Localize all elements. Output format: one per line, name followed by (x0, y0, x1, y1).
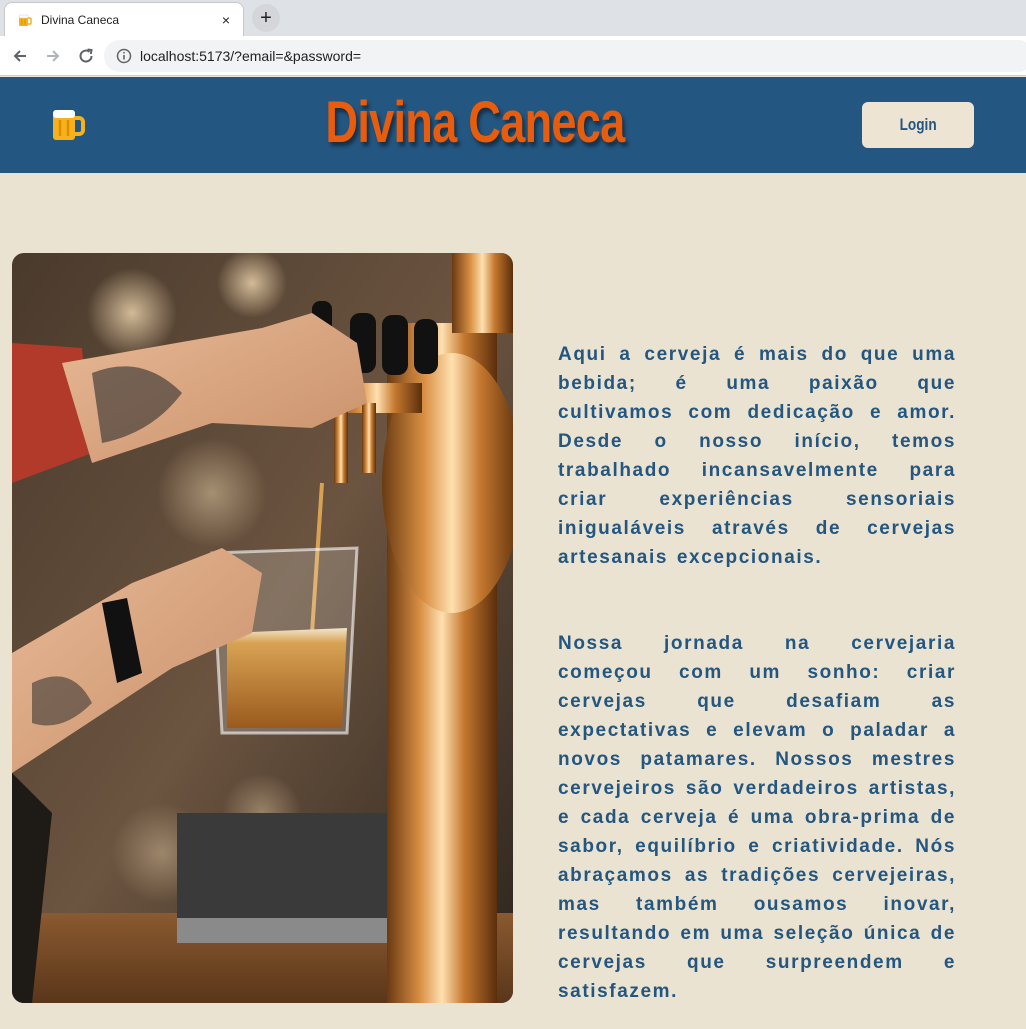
browser-tabbar: Divina Caneca × + (0, 0, 1026, 36)
browser-toolbar: localhost:5173/?email=&password= (0, 36, 1026, 76)
browser-tab[interactable]: Divina Caneca × (4, 2, 244, 36)
site-header: Divina Caneca Login (0, 77, 1026, 173)
about-paragraph-1: Aqui a cerveja é mais do que uma bebida;… (558, 344, 956, 568)
login-label: Login (899, 115, 937, 134)
reload-icon[interactable] (70, 40, 102, 72)
url-text[interactable]: localhost:5173/?email=&password= (140, 48, 361, 64)
new-tab-button[interactable]: + (252, 4, 280, 32)
forward-icon[interactable] (37, 40, 69, 72)
about-paragraph-2: Nossa jornada na cervejaria começou com … (558, 633, 956, 1002)
site-title: Divina Caneca (325, 90, 625, 155)
tab-title: Divina Caneca (41, 12, 120, 27)
back-icon[interactable] (4, 40, 36, 72)
about-text: Aqui a cerveja é mais do que uma bebida;… (558, 340, 956, 1006)
bartender-photo (12, 253, 513, 1003)
beer-favicon-icon (17, 12, 33, 28)
address-bar[interactable]: localhost:5173/?email=&password= (104, 40, 1026, 72)
beer-mug-icon[interactable] (50, 104, 86, 142)
login-button[interactable]: Login (862, 102, 974, 148)
tab-close-icon[interactable]: × (217, 12, 235, 28)
info-icon[interactable] (116, 48, 132, 64)
